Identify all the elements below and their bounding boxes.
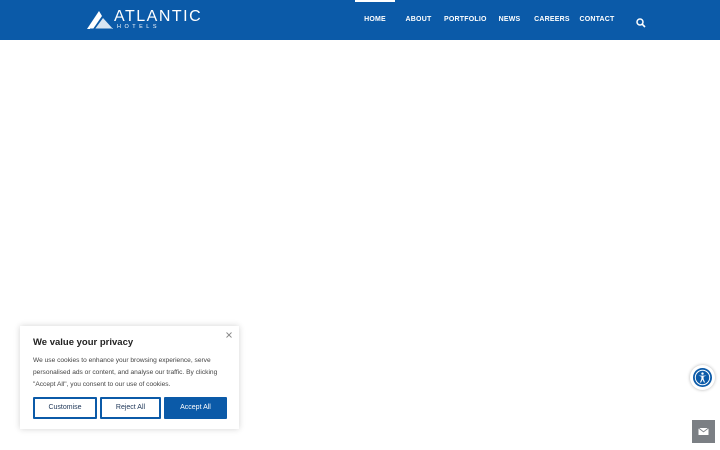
accessibility-button[interactable] [690, 365, 715, 390]
close-icon[interactable] [225, 331, 233, 339]
nav-item-home[interactable]: HOME [355, 0, 395, 40]
cookie-title: We value your privacy [33, 337, 134, 348]
nav-item-careers[interactable]: CAREERS [532, 0, 572, 40]
reject-all-button[interactable]: Reject All [100, 397, 161, 419]
brand-name: ATLANTIC [114, 8, 203, 25]
main-nav: HOME ABOUT PORTFOLIO NEWS CAREERS CONTAC… [355, 0, 619, 40]
cookie-consent-banner: We value your privacy We use cookies to … [20, 326, 239, 429]
site-header: ATLANTIC HOTELS HOME ABOUT PORTFOLIO NEW… [0, 0, 720, 40]
nav-item-about[interactable]: ABOUT [398, 0, 439, 40]
cookie-description: We use cookies to enhance your browsing … [33, 357, 218, 388]
customise-button[interactable]: Customise [33, 397, 97, 419]
nav-item-news[interactable]: NEWS [491, 0, 528, 40]
envelope-icon [698, 427, 709, 435]
accept-all-button[interactable]: Accept All [164, 397, 227, 419]
logo-mark-icon [87, 11, 113, 30]
accessibility-icon [693, 368, 712, 387]
brand-subtitle: HOTELS [117, 24, 161, 30]
brand-logo[interactable]: ATLANTIC HOTELS [86, 9, 201, 31]
nav-item-portfolio[interactable]: PORTFOLIO [444, 0, 486, 40]
contact-mail-button[interactable] [692, 420, 715, 443]
nav-item-contact[interactable]: CONTACT [575, 0, 619, 40]
search-icon[interactable] [636, 15, 646, 28]
